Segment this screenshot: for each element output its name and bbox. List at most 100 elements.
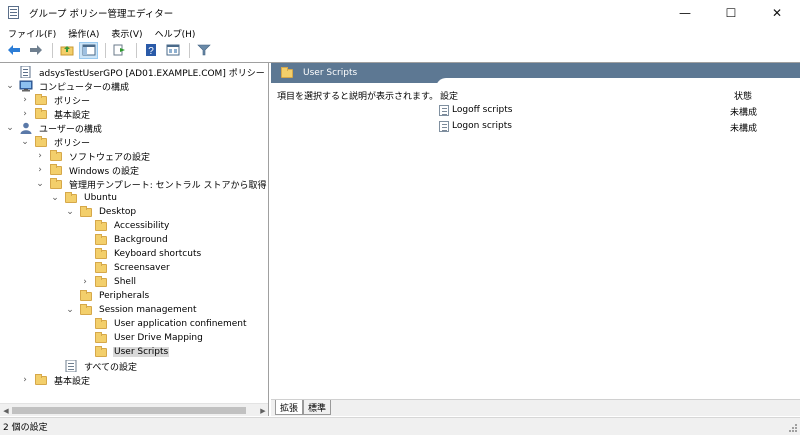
tree-item[interactable]: すべての設定 [50,359,138,373]
tree-item[interactable]: Peripherals [65,289,150,303]
main-frame: adsysTestUserGPO [AD01.EXAMPLE.COM] ポリシー… [0,62,800,416]
tree-item-label: ポリシー [54,96,91,107]
folder-icon [94,262,108,274]
show-hide-tree-button[interactable] [79,41,98,59]
tree-item-label: Ubuntu [84,193,117,203]
chevron-down-icon[interactable]: ⌄ [65,305,75,315]
folder-icon [34,374,48,386]
menu-bar: ファイル(F) 操作(A) 表示(V) ヘルプ(H) [0,26,800,40]
tree-item[interactable]: › Windows の設定 [35,163,140,177]
chevron-down-icon[interactable]: ⌄ [20,137,30,147]
folder-icon [34,108,48,120]
tree-pane: adsysTestUserGPO [AD01.EXAMPLE.COM] ポリシー… [0,63,269,416]
chevron-right-icon[interactable]: › [80,277,90,287]
tree-item[interactable]: › 基本設定 [20,107,91,121]
forward-button[interactable] [26,42,45,59]
chevron-right-icon[interactable]: › [20,375,30,385]
setting-row-logoff[interactable]: Logoff scripts [439,103,512,117]
tree-item[interactable]: ⌄ ユーザーの構成 [5,121,103,135]
tree-item[interactable]: Accessibility [80,219,170,233]
chevron-down-icon[interactable]: ⌄ [35,179,45,189]
folder-icon [79,290,93,302]
tree-item[interactable]: ⌄ Ubuntu [50,191,118,205]
window-title: グループ ポリシー管理エディター [29,9,174,20]
view-tabs: 拡張 標準 [271,399,800,416]
tree-item-label: Background [114,235,168,245]
folder-icon [79,304,93,316]
tree-item-label: すべての設定 [84,362,138,373]
filter-button[interactable] [194,42,213,59]
tree-item[interactable]: ⌄ ポリシー [20,135,91,149]
folder-icon [34,136,48,148]
title-bar: グループ ポリシー管理エディター — ☐ ✕ [0,0,800,26]
tree-item-label: Shell [114,277,136,287]
tree-item[interactable]: Keyboard shortcuts [80,247,202,261]
gpo-editor-app-icon [7,6,21,20]
tree-item-label: Session management [99,305,197,315]
menu-action[interactable]: 操作(A) [62,27,105,40]
tab-standard[interactable]: 標準 [303,400,331,415]
toolbar-separator [136,42,137,58]
toolbar-separator [52,42,53,58]
chevron-right-icon[interactable]: › [20,95,30,105]
column-header-state[interactable]: 状態 [734,89,752,102]
tree-item-label: ソフトウェアの設定 [69,152,151,163]
computer-icon [19,80,33,92]
chevron-down-icon[interactable]: ⌄ [65,207,75,217]
tree-item[interactable]: User application confinement [80,317,248,331]
folder-icon [49,178,63,190]
help-button[interactable]: ? [141,42,160,59]
tree-item[interactable]: User Drive Mapping [80,331,204,345]
setting-state: 未構成 [730,108,758,118]
chevron-right-icon[interactable]: › [35,165,45,175]
menu-view[interactable]: 表示(V) [105,27,148,40]
tree-item[interactable]: ⌄ Session management [65,303,198,317]
user-icon [19,122,33,134]
scroll-right-arrow-icon[interactable]: ▶ [257,404,268,416]
show-hide-tree-icon [82,44,95,56]
chevron-down-icon[interactable]: ⌄ [5,81,15,91]
tree-item[interactable]: ⌄ コンピューターの構成 [5,79,130,93]
chevron-right-icon[interactable]: › [20,109,30,119]
tree-item[interactable]: ⌄ 管理用テンプレート: セントラル ストアから取得したポリシー [35,177,268,191]
tree-horizontal-scrollbar[interactable]: ◀ ▶ [0,403,268,416]
menu-help[interactable]: ヘルプ(H) [149,27,202,40]
properties-icon [166,44,179,56]
column-header-setting[interactable]: 設定 [440,89,458,102]
up-one-level-button[interactable] [57,42,76,59]
back-button[interactable] [4,42,23,59]
folder-icon [34,94,48,106]
chevron-down-icon[interactable]: ⌄ [50,193,60,203]
tree-item[interactable]: adsysTestUserGPO [AD01.EXAMPLE.COM] ポリシー [5,65,266,79]
tree-item-label: Peripherals [99,291,150,301]
tree-item[interactable]: › 基本設定 [20,373,91,387]
tree-item-label: Windows の設定 [69,166,140,177]
close-button[interactable]: ✕ [754,0,800,26]
resize-grip-icon[interactable] [788,423,798,433]
status-text: 2 個の設定 [3,423,48,433]
tree-item[interactable]: User Scripts [80,345,170,359]
tree-item[interactable]: Screensaver [80,261,171,275]
scroll-left-arrow-icon[interactable]: ◀ [0,404,12,416]
maximize-button[interactable]: ☐ [708,0,754,26]
tree-item[interactable]: › Shell [80,275,137,289]
tree-item[interactable]: ⌄ Desktop [65,205,137,219]
tab-extended[interactable]: 拡張 [275,400,303,415]
setting-row-logon[interactable]: Logon scripts [439,119,512,133]
tree-item-label: 基本設定 [54,110,91,121]
tree-item[interactable]: › ソフトウェアの設定 [35,149,151,163]
chevron-right-icon[interactable]: › [35,151,45,161]
chevron-down-icon[interactable]: ⌄ [5,123,15,133]
all-settings-icon [64,359,78,373]
minimize-button[interactable]: — [662,0,708,26]
tree-item[interactable]: Background [80,233,169,247]
scrollbar-thumb[interactable] [12,407,246,414]
tree-item-label: Desktop [99,207,137,217]
menu-file[interactable]: ファイル(F) [2,27,62,40]
setting-name: Logoff scripts [452,105,513,115]
details-pane: User Scripts 項目を選択すると説明が表示されます。 設定 状態 Lo… [271,63,800,416]
properties-button[interactable] [163,42,182,59]
export-list-button[interactable] [110,42,129,59]
tree-item[interactable]: › ポリシー [20,93,91,107]
export-list-icon [113,44,125,56]
